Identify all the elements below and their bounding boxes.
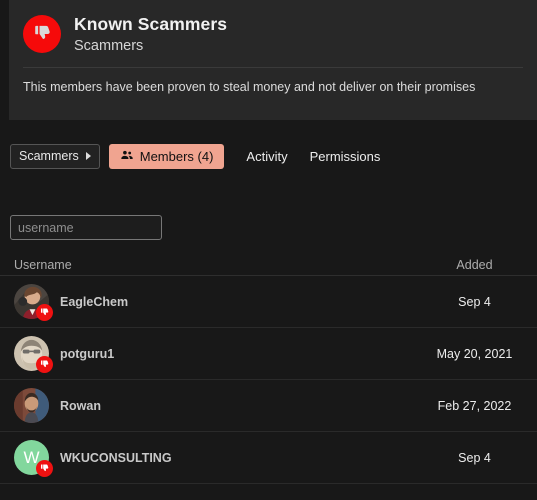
thumbs-down-icon: [36, 356, 53, 373]
tab-members[interactable]: Members (4): [108, 143, 225, 169]
column-header-added: Added: [456, 257, 493, 272]
group-header-panel: Known Scammers Scammers This members hav…: [9, 0, 537, 120]
search-input[interactable]: [10, 215, 162, 240]
people-group-icon: [120, 148, 134, 165]
member-username[interactable]: WKUCONSULTING: [60, 451, 172, 465]
avatar[interactable]: W: [14, 440, 53, 477]
member-username[interactable]: EagleChem: [60, 295, 128, 309]
caret-right-icon: [85, 152, 91, 160]
breadcrumb-scammers-button[interactable]: Scammers: [10, 143, 100, 169]
header-divider: [23, 67, 523, 68]
member-cell: EagleChem: [14, 284, 412, 321]
thumbs-down-icon: [23, 15, 61, 53]
avatar[interactable]: [14, 284, 53, 321]
member-username[interactable]: potguru1: [60, 347, 114, 361]
group-subtitle: Scammers: [74, 38, 144, 54]
avatar-photo-man: [14, 388, 49, 423]
avatar[interactable]: [14, 388, 49, 423]
table-row[interactable]: EagleChem Sep 4: [0, 276, 537, 328]
member-cell: potguru1: [14, 336, 412, 373]
table-row[interactable]: potguru1 May 20, 2021: [0, 328, 537, 380]
tab-permissions[interactable]: Permissions: [310, 149, 381, 164]
search-area: [10, 215, 162, 240]
member-cell: W WKUCONSULTING: [14, 440, 412, 477]
group-header-titles: Known Scammers Scammers: [74, 13, 227, 56]
table-row[interactable]: W WKUCONSULTING Sep 4: [0, 432, 537, 484]
table-header-row: Username Added: [0, 254, 537, 276]
table-row[interactable]: Rowan Feb 27, 2022: [0, 380, 537, 432]
thumbs-down-icon: [36, 460, 53, 477]
tab-activity[interactable]: Activity: [246, 149, 287, 164]
avatar[interactable]: [14, 336, 53, 373]
breadcrumb-label: Scammers: [19, 149, 79, 163]
member-added-date: May 20, 2021: [436, 346, 513, 361]
group-description: This members have been proven to steal m…: [23, 80, 476, 94]
thumbs-down-icon: [36, 304, 53, 321]
member-username[interactable]: Rowan: [60, 399, 101, 413]
member-added-date: Sep 4: [458, 294, 491, 309]
members-table: Username Added EagleChem Sep 4 potguru1 …: [0, 254, 537, 484]
member-added-date: Feb 27, 2022: [437, 398, 512, 413]
member-cell: Rowan: [14, 388, 412, 423]
column-header-username: Username: [14, 257, 72, 272]
member-added-date: Sep 4: [458, 450, 491, 465]
page-title: Known Scammers: [74, 14, 228, 34]
tab-bar: Scammers Members (4) Activity Permission…: [0, 142, 537, 170]
group-header-top: Known Scammers Scammers: [9, 0, 537, 56]
tab-members-label: Members (4): [139, 148, 214, 164]
